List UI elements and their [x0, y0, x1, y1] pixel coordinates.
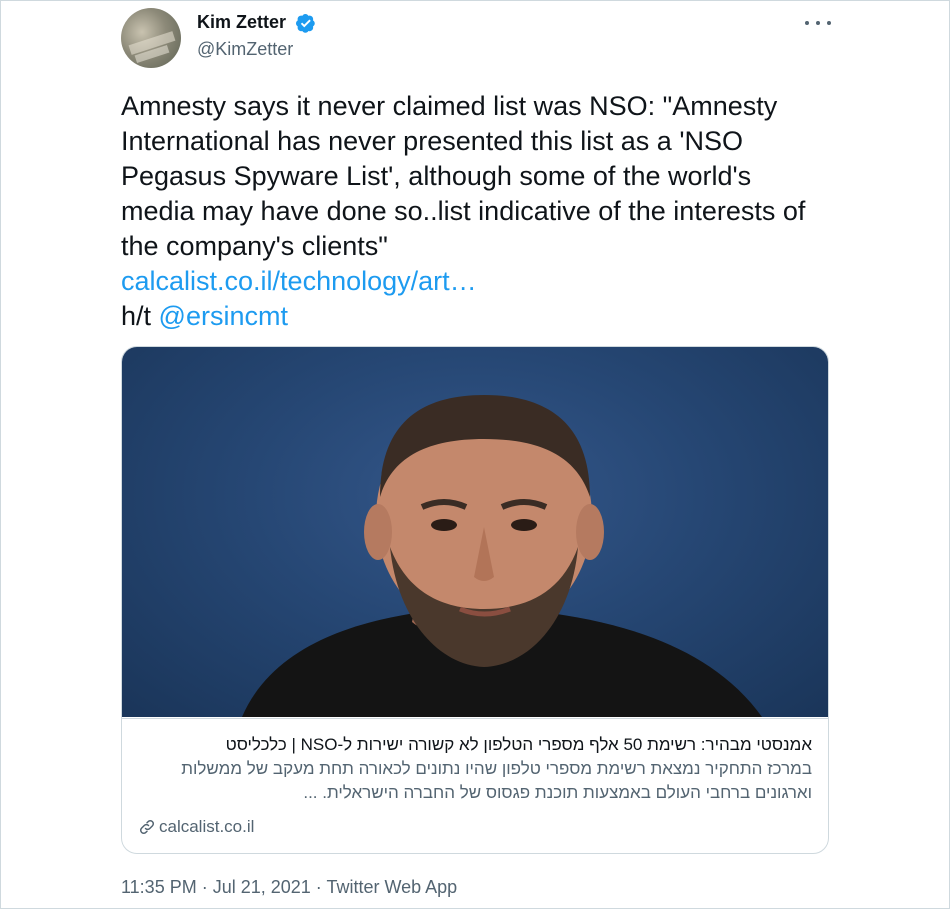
avatar[interactable]	[121, 8, 181, 68]
hat-tip-prefix: h/t	[121, 301, 159, 331]
card-domain: calcalist.co.il	[138, 817, 254, 837]
card-domain-text: calcalist.co.il	[159, 817, 255, 836]
hat-tip-line: h/t @ersincmt	[121, 299, 288, 334]
more-options-icon[interactable]	[805, 12, 831, 34]
card-title: אמנסטי מבהיר: רשימת 50 אלף מספרי הטלפון …	[225, 735, 812, 754]
author-handle[interactable]: @KimZetter	[197, 39, 293, 60]
mention-link[interactable]: @ersincmt	[159, 301, 288, 331]
tweet-timestamp: 11:35 PM · Jul 21, 2021 · Twitter Web Ap…	[121, 877, 457, 898]
tweet: Kim Zetter @KimZetter Amnesty says it ne…	[0, 0, 950, 909]
card-description: במרכז התחקיר נמצאת רשימת מספרי טלפון שהי…	[181, 759, 812, 802]
tweet-time[interactable]: 11:35 PM	[121, 877, 197, 897]
author-name[interactable]: Kim Zetter	[197, 12, 286, 33]
tweet-date[interactable]: Jul 21, 2021	[213, 877, 311, 897]
card-photo	[242, 395, 762, 717]
separator: ·	[196, 877, 213, 897]
card-text-section[interactable]: אמנסטי מבהיר: רשימת 50 אלף מספרי הטלפון …	[122, 718, 828, 853]
link-preview-card[interactable]: אמנסטי מבהיר: רשימת 50 אלף מספרי הטלפון …	[121, 346, 829, 854]
tweet-text: Amnesty says it never claimed list was N…	[121, 91, 806, 261]
link-icon	[139, 819, 155, 835]
tweet-source[interactable]: Twitter Web App	[326, 877, 457, 897]
verified-badge-icon	[296, 14, 315, 33]
card-image[interactable]	[122, 347, 828, 717]
separator: ·	[310, 877, 327, 897]
tweet-link[interactable]: calcalist.co.il/technology/art…	[121, 264, 477, 299]
